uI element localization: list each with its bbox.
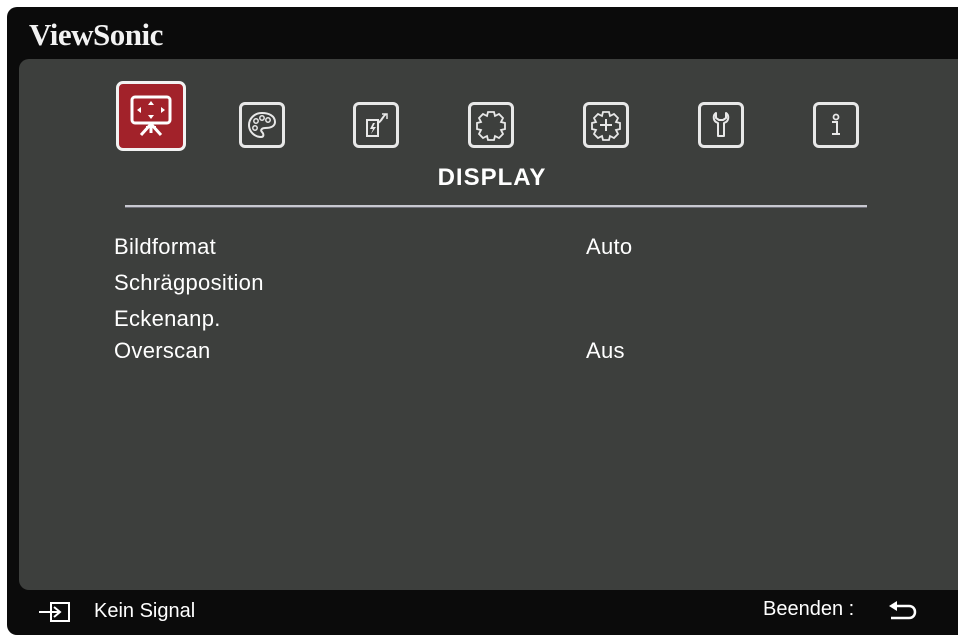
- menu-item-bildformat[interactable]: Bildformat: [114, 234, 216, 260]
- gear-icon: [476, 111, 506, 141]
- menu-item-overscan[interactable]: Overscan: [114, 338, 211, 364]
- menu-value-overscan: Aus: [586, 338, 625, 363]
- power-plug-icon: [366, 113, 388, 137]
- menu-item-eckenanp[interactable]: Eckenanp.: [114, 306, 221, 332]
- input-source-icon: [37, 601, 71, 629]
- tab-image-setting[interactable]: [239, 102, 285, 148]
- advanced-gear-icon: [591, 111, 621, 141]
- menu-panel: DISPLAY Bildformat Auto Schrägposition E…: [19, 59, 958, 590]
- tab-advanced[interactable]: [583, 102, 629, 148]
- palette-icon: [247, 111, 277, 139]
- return-icon[interactable]: [887, 600, 917, 628]
- title-divider: [125, 205, 867, 208]
- osd-menu: ViewSonic DISPLAY Bildformat Auto Schräg…: [7, 7, 958, 635]
- tab-basic[interactable]: [468, 102, 514, 148]
- signal-status: Kein Signal: [94, 600, 196, 622]
- info-icon: [832, 113, 840, 135]
- tab-information[interactable]: [813, 102, 859, 148]
- wrench-icon: [712, 112, 730, 137]
- menu-item-schraegposition[interactable]: Schrägposition: [114, 270, 264, 296]
- tab-system[interactable]: [698, 102, 744, 148]
- section-title: DISPLAY: [437, 164, 547, 191]
- menu-value-bildformat: Auto: [586, 234, 633, 259]
- tab-power-management[interactable]: [353, 102, 399, 148]
- status-footer: Kein Signal Beenden :: [7, 590, 958, 635]
- tab-display[interactable]: [116, 81, 186, 151]
- brand-logo: ViewSonic: [29, 17, 163, 52]
- exit-label: Beenden :: [763, 598, 855, 620]
- display-icon: [130, 95, 172, 137]
- menu-tabs: [19, 81, 958, 153]
